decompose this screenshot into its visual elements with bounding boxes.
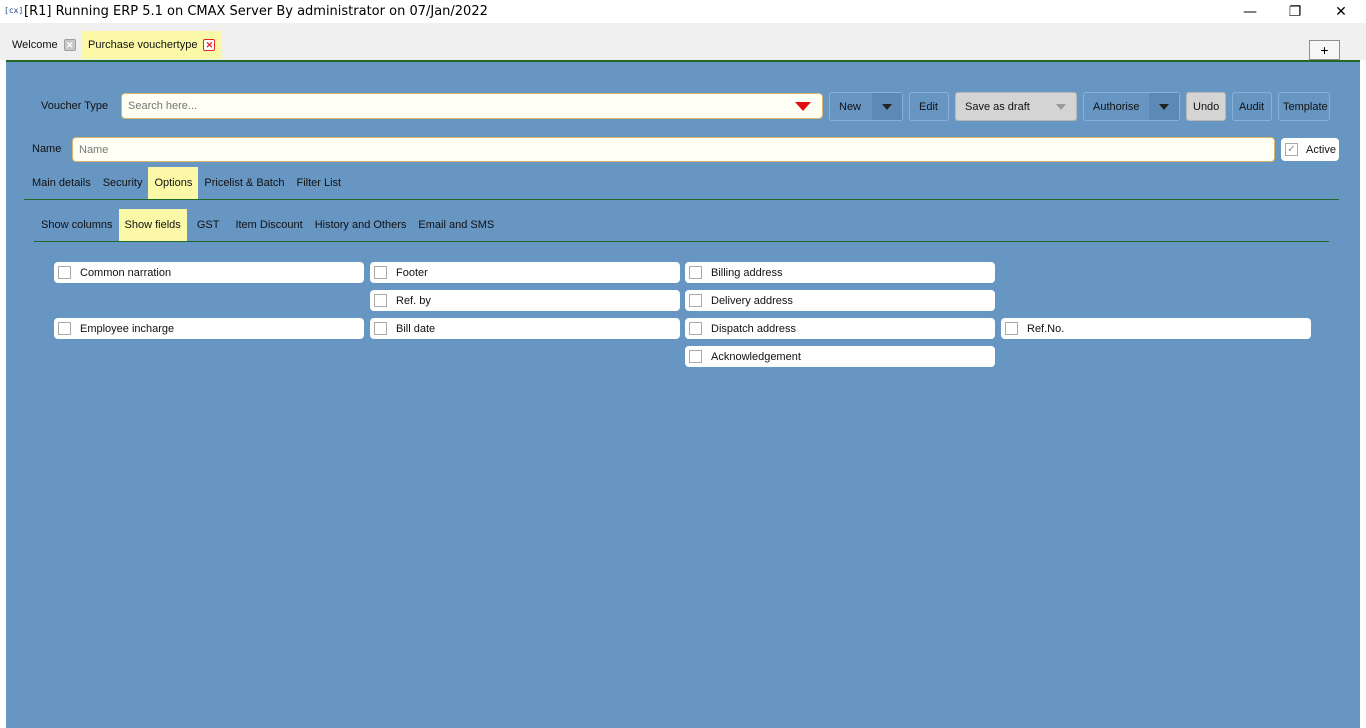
tab-gst[interactable]: GST xyxy=(187,209,230,241)
tab-email-and-sms[interactable]: Email and SMS xyxy=(412,209,500,241)
field-bill-date[interactable]: Bill date xyxy=(370,318,680,339)
new-button-label: New xyxy=(839,100,862,113)
field-label: Dispatch address xyxy=(711,322,796,335)
title-bar: [cx] [R1] Running ERP 5.1 on CMAX Server… xyxy=(0,0,1366,23)
close-tab-icon[interactable]: ✕ xyxy=(63,39,76,51)
checkbox[interactable] xyxy=(689,266,702,279)
tab-filter-list[interactable]: Filter List xyxy=(290,167,347,199)
tab-security[interactable]: Security xyxy=(97,167,149,199)
edit-button[interactable]: Edit xyxy=(909,92,949,121)
authorise-button[interactable]: Authorise xyxy=(1083,92,1180,121)
voucher-type-search-input[interactable] xyxy=(122,94,782,118)
tab-options[interactable]: Options xyxy=(148,167,199,199)
audit-button[interactable]: Audit xyxy=(1232,92,1272,121)
authorise-dropdown-icon[interactable] xyxy=(1149,93,1179,120)
field-label: Ref. by xyxy=(396,294,431,307)
field-label: Ref.No. xyxy=(1027,322,1065,335)
doc-tab-label: Purchase vouchertype xyxy=(88,39,198,51)
name-label: Name xyxy=(32,143,62,155)
tab-show-fields[interactable]: Show fields xyxy=(118,209,187,241)
main-panel: Voucher Type New Edit Save as draft Auth… xyxy=(6,60,1360,728)
field-label: Common narration xyxy=(80,266,172,279)
checkbox[interactable] xyxy=(374,266,387,279)
field-billing-address[interactable]: Billing address xyxy=(685,262,995,283)
tab-divider xyxy=(24,199,1339,200)
name-input[interactable] xyxy=(73,138,1263,161)
doc-tab-welcome[interactable]: Welcome ✕ xyxy=(6,31,82,59)
window-title: [R1] Running ERP 5.1 on CMAX Server By a… xyxy=(24,4,488,19)
authorise-label: Authorise xyxy=(1093,100,1140,113)
field-ref-by[interactable]: Ref. by xyxy=(370,290,680,311)
tab-pricelist-batch[interactable]: Pricelist & Batch xyxy=(198,167,290,199)
name-field[interactable] xyxy=(72,137,1275,162)
field-label: Bill date xyxy=(396,322,436,335)
field-label: Delivery address xyxy=(711,294,793,307)
field-ref-no[interactable]: Ref.No. xyxy=(1001,318,1311,339)
field-delivery-address[interactable]: Delivery address xyxy=(685,290,995,311)
sub-tab-divider xyxy=(34,241,1329,242)
voucher-type-label: Voucher Type xyxy=(41,100,109,112)
active-checkbox[interactable]: ✓ xyxy=(1285,143,1298,156)
field-footer[interactable]: Footer xyxy=(370,262,680,283)
field-dispatch-address[interactable]: Dispatch address xyxy=(685,318,995,339)
sub-tab-bar: Show columns Show fields GST Item Discou… xyxy=(35,209,500,241)
close-window-button[interactable]: ✕ xyxy=(1318,0,1364,23)
new-button[interactable]: New xyxy=(829,92,903,121)
field-label: Employee incharge xyxy=(80,322,175,335)
field-acknowledgement[interactable]: Acknowledgement xyxy=(685,346,995,367)
checkbox[interactable] xyxy=(374,294,387,307)
checkbox[interactable] xyxy=(58,322,71,335)
main-tab-bar: Main details Security Options Pricelist … xyxy=(26,167,347,199)
add-tab-button[interactable]: + xyxy=(1309,40,1340,60)
tab-item-discount[interactable]: Item Discount xyxy=(229,209,308,241)
doc-tab-purchase-vouchertype[interactable]: Purchase vouchertype ✕ xyxy=(82,31,222,59)
tab-main-details[interactable]: Main details xyxy=(26,167,97,199)
active-toggle[interactable]: ✓ Active xyxy=(1281,138,1339,161)
checkbox[interactable] xyxy=(374,322,387,335)
checkbox[interactable] xyxy=(689,322,702,335)
minimize-button[interactable]: — xyxy=(1227,0,1273,23)
field-employee-incharge[interactable]: Employee incharge xyxy=(54,318,364,339)
checkbox[interactable] xyxy=(689,350,702,363)
active-label: Active xyxy=(1306,143,1336,156)
save-as-draft-button[interactable]: Save as draft xyxy=(955,92,1077,121)
new-dropdown-icon[interactable] xyxy=(872,93,902,120)
undo-button[interactable]: Undo xyxy=(1186,92,1226,121)
save-as-draft-label: Save as draft xyxy=(965,100,1030,113)
checkbox[interactable] xyxy=(689,294,702,307)
close-tab-icon[interactable]: ✕ xyxy=(203,39,216,51)
checkbox[interactable] xyxy=(58,266,71,279)
doc-tab-label: Welcome xyxy=(12,39,58,51)
tab-history-and-others[interactable]: History and Others xyxy=(309,209,413,241)
save-as-draft-dropdown-icon[interactable] xyxy=(1046,93,1076,120)
dropdown-arrow-icon[interactable] xyxy=(795,102,811,111)
template-button[interactable]: Template xyxy=(1278,92,1330,121)
checkbox[interactable] xyxy=(1005,322,1018,335)
restore-button[interactable]: ❐ xyxy=(1272,0,1318,23)
field-label: Acknowledgement xyxy=(711,350,801,363)
field-label: Billing address xyxy=(711,266,783,279)
field-label: Footer xyxy=(396,266,428,279)
field-common-narration[interactable]: Common narration xyxy=(54,262,364,283)
app-logo-icon: [cx] xyxy=(4,6,24,15)
tab-show-columns[interactable]: Show columns xyxy=(35,209,119,241)
voucher-type-search[interactable] xyxy=(121,93,823,119)
document-tab-strip: Welcome ✕ Purchase vouchertype ✕ + xyxy=(0,23,1366,60)
